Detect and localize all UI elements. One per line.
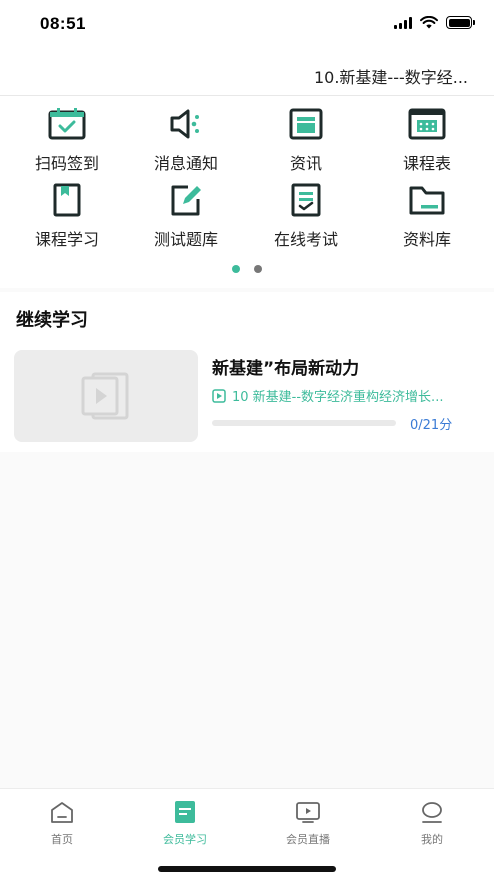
tab-label: 会员学习 [163,833,207,846]
live-icon [296,802,320,823]
folder-icon [409,186,445,215]
exam-icon [291,183,321,217]
menu-item-label: 在线考试 [273,230,338,249]
tab-label: 会员直播 [286,833,330,846]
menu-item-label: 测试题库 [153,230,218,249]
tab-profile[interactable]: 我的 [387,799,477,847]
menu-page-indicator [0,265,494,273]
course-card[interactable]: 新基建”布局新动力 10 新基建--数字经济重构经济增长... 0/21分 [14,350,480,442]
menu-item-schedule[interactable]: 课程表 [372,106,482,174]
course-thumbnail[interactable] [14,350,198,442]
home-indicator [158,866,336,872]
menu-item-notifications[interactable]: 消息通知 [131,106,241,174]
study-icon [175,801,195,823]
tab-member-live[interactable]: 会员直播 [263,799,353,847]
page-dot[interactable] [254,265,262,273]
page-dot-active[interactable] [232,265,240,273]
lesson-row[interactable]: 10 新基建--数字经济重构经济增长... [212,386,476,405]
continue-learning-section: 继续学习 新基建”布局新动力 10 新基建--数字经济重构经济增长... 0/2… [0,292,494,452]
battery-icon [446,16,475,29]
status-bar: 08:51 [0,0,494,50]
news-icon [289,108,323,140]
menu-item-online-exam[interactable]: 在线考试 [251,182,361,250]
menu-item-news[interactable]: 资讯 [251,106,361,174]
menu-item-label: 课程表 [402,154,451,173]
cellular-signal-icon [394,16,412,29]
home-icon [51,802,73,823]
video-placeholder-icon [81,372,129,420]
course-progress-bar [212,420,396,426]
section-title: 继续学习 [16,310,88,331]
status-time: 08:51 [40,14,86,33]
function-menu: 扫码签到 消息通知 资讯 课程表 课程学习 测试题库 在线考试 资料库 [0,96,494,288]
play-lesson-icon [212,388,226,403]
menu-item-library[interactable]: 资料库 [372,182,482,250]
calendar-check-icon [48,108,86,140]
menu-item-checkin[interactable]: 扫码签到 [12,106,122,174]
tab-label: 首页 [51,833,73,846]
menu-item-question-bank[interactable]: 测试题库 [131,182,241,250]
menu-item-label: 消息通知 [153,154,218,173]
edit-icon [171,185,201,216]
menu-item-label: 资讯 [289,154,322,173]
lesson-title: 10 新基建--数字经济重构经济增长... [232,390,444,405]
menu-item-course-study[interactable]: 课程学习 [12,182,122,250]
book-icon [53,183,81,217]
tab-home[interactable]: 首页 [17,799,107,847]
app-screen: 08:51 10.新基建---数字经... 扫码签到 消息通知 资讯 课程表 课… [0,0,494,880]
course-title[interactable]: 新基建”布局新动力 [212,354,359,379]
speaker-icon [170,109,199,139]
menu-item-label: 资料库 [402,230,451,249]
course-progress-text: 0/21分 [410,418,453,433]
top-header: 10.新基建---数字经... [0,50,494,96]
schedule-icon [408,108,446,140]
menu-item-label: 扫码签到 [34,154,99,173]
course-header-title[interactable]: 10.新基建---数字经... [314,64,468,88]
status-icons [394,16,475,29]
tab-label: 我的 [421,833,443,846]
tab-member-study[interactable]: 会员学习 [140,799,230,847]
wifi-icon [420,16,438,29]
menu-item-label: 课程学习 [34,230,99,249]
profile-icon [422,802,442,823]
